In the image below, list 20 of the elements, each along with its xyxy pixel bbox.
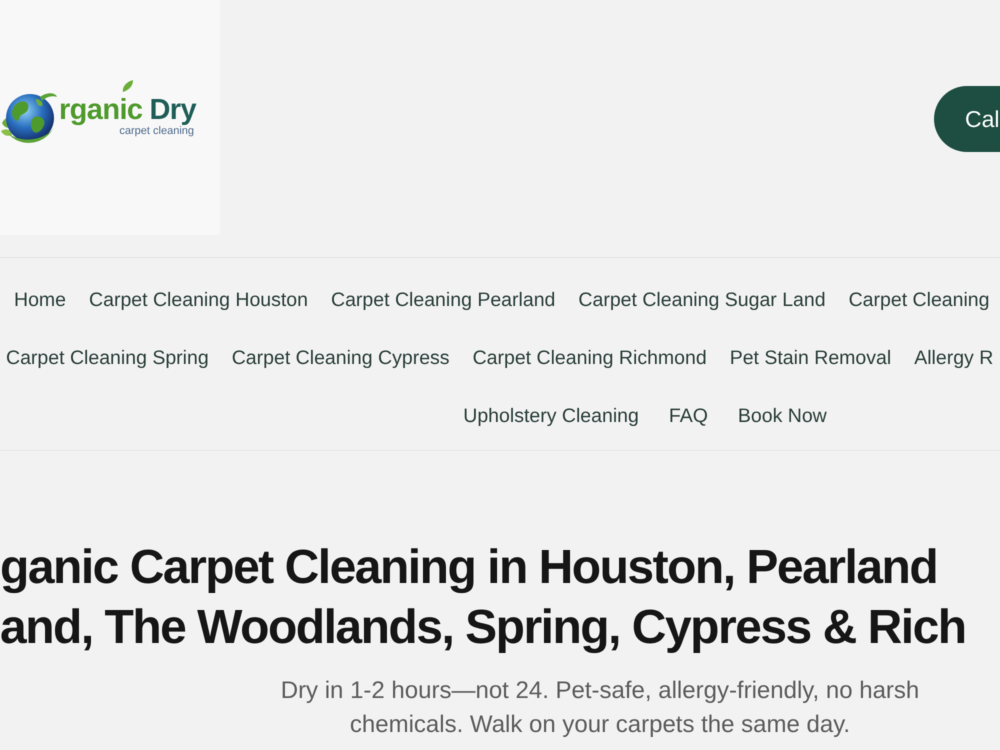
logo-wordmark: rganic — [59, 94, 142, 124]
nav-link[interactable]: Book Now — [738, 402, 827, 430]
nav-link[interactable]: Carpet Cleaning Sugar Land — [578, 286, 826, 314]
leaf-icon — [122, 80, 133, 92]
nav-link[interactable]: Carpet Cleaning — [848, 286, 990, 314]
nav-link[interactable]: Allergy R — [914, 344, 994, 372]
nav-link[interactable]: Carpet Cleaning Cypress — [232, 344, 450, 372]
nav-link[interactable]: Home — [14, 286, 66, 314]
nav-link[interactable]: Pet Stain Removal — [730, 344, 892, 372]
nav-link[interactable]: Carpet Cleaning Pearland — [331, 286, 556, 314]
nav-link[interactable]: Carpet Cleaning Richmond — [472, 344, 707, 372]
nav-link[interactable]: Upholstery Cleaning — [463, 402, 639, 430]
logo-accent-word: Dry — [149, 94, 196, 124]
intro-paragraph: Dry in 1-2 hours—not 24. Pet-safe, allergy-friendly, no harsh chemicals. Walk on your carpets the same day. — [280, 676, 920, 740]
nav-link[interactable]: Carpet Cleaning Spring — [6, 344, 209, 372]
page-heading: ganic Carpet Cleaning in Houston, Pearland and, The Woodlands, Spring, Cypress & Rich — [0, 540, 967, 656]
logo-tagline: carpet cleaning — [119, 124, 194, 136]
call-button[interactable]: Cal — [934, 86, 1000, 152]
nav-link[interactable]: Carpet Cleaning Houston — [89, 286, 308, 314]
nav-link[interactable]: FAQ — [668, 402, 708, 430]
